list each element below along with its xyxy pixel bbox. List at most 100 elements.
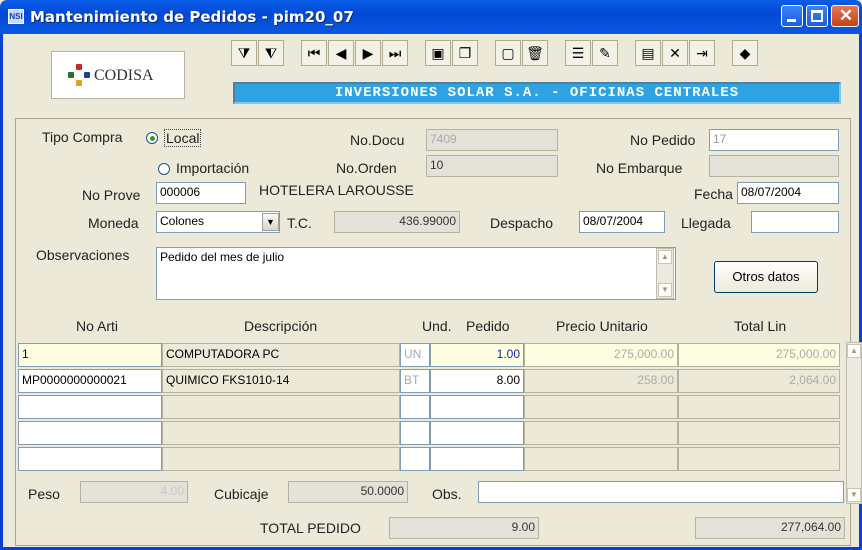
cell-no-arti[interactable]: 1 [18,343,162,367]
minimize-icon [787,19,796,22]
cell-und [400,447,430,471]
observaciones-textarea[interactable]: Pedido del mes de julio [156,247,676,300]
cell-descripcion [162,421,400,445]
codisa-logo: CODISA [51,51,185,99]
cell-total-lin [678,421,840,445]
first-record-icon[interactable]: ⏮ [301,40,327,66]
cell-pedido[interactable] [430,395,524,419]
cubicaje-field: 50.0000 [288,481,408,503]
scroll-down-icon[interactable]: ▼ [658,283,672,297]
importacion-label[interactable]: Importación [176,160,249,176]
tools-icon[interactable]: ✕ [662,40,688,66]
help-book-icon[interactable]: ◆ [732,40,758,66]
no-embarque-label: No Embarque [596,160,683,176]
logo-text: CODISA [94,67,154,84]
proveedor-nombre: HOTELERA LAROUSSE [259,182,414,198]
cell-precio-unitario: 258.00 [524,369,678,393]
cell-und: BT [400,369,430,393]
total-pedido-label: TOTAL PEDIDO [260,520,361,536]
maximize-button[interactable] [806,5,828,27]
cell-total-lin: 2,064.00 [678,369,840,393]
order-panel: Tipo Compra Local No.Docu 7409 No Pedido… [15,118,862,546]
no-pedido-field[interactable]: 17 [709,129,839,151]
minimize-button[interactable] [781,5,803,27]
cell-pedido[interactable]: 1.00 [430,343,524,367]
chevron-down-icon[interactable]: ▼ [262,213,279,231]
grid-scrollbar[interactable]: ▲ ▼ [846,342,862,504]
new-document-icon[interactable]: ▢ [495,40,521,66]
cell-descripcion: QUIMICO FKS1010-14 [162,369,400,393]
main-form: Tipo Compra Local No.Docu 7409 No Pedido… [0,114,862,550]
col-header-pedido: Pedido [466,318,510,334]
cell-total-lin [678,447,840,471]
scroll-up-icon[interactable]: ▲ [658,250,672,264]
col-header-no-arti: No Arti [76,318,119,334]
scroll-up-icon[interactable]: ▲ [847,344,861,358]
fecha-field[interactable]: 08/07/2004 [737,182,839,204]
cell-pedido[interactable] [430,447,524,471]
tc-field: 436.99000 [334,211,460,233]
prev-record-icon[interactable]: ◀ [328,40,354,66]
radio-local[interactable] [146,132,158,144]
copy-icon[interactable]: ❐ [452,40,478,66]
peso-label: Peso [28,486,60,502]
cell-pedido[interactable]: 8.00 [430,369,524,393]
no-prove-field[interactable]: 000006 [156,182,246,204]
llegada-label: Llegada [681,215,731,231]
otros-datos-button[interactable]: Otros datos [714,261,818,293]
save-icon[interactable]: ▣ [425,40,451,66]
obs-label: Obs. [432,486,462,502]
cell-und [400,421,430,445]
delete-icon[interactable]: 🗑 [522,40,548,66]
no-orden-field: 10 [426,155,558,177]
filter-clear-icon[interactable]: ⧨ [258,40,284,66]
report-icon[interactable]: ▤ [635,40,661,66]
company-banner: INVERSIONES SOLAR S.A. - OFICINAS CENTRA… [233,82,841,104]
cell-no-arti[interactable] [18,395,162,419]
moneda-label: Moneda [88,215,139,231]
no-embarque-field [709,155,839,177]
title-bar: NSI Mantenimiento de Pedidos - pim20_07 … [0,0,862,34]
cell-und [400,395,430,419]
col-header-total-lin: Total Lin [734,318,787,334]
despacho-field[interactable]: 08/07/2004 [579,211,665,233]
observaciones-scrollbar[interactable]: ▲ ▼ [656,248,674,299]
local-label[interactable]: Local [164,129,202,147]
llegada-field[interactable] [751,211,839,233]
no-docu-label: No.Docu [350,132,405,148]
cell-precio-unitario [524,421,678,445]
cell-precio-unitario [524,447,678,471]
moneda-value: Colones [160,214,205,228]
header-area: CODISA ⧩ ⧨ ⏮ ◀ ▶ ⏭ ▣ ❐ ▢ 🗑 ☰ ✎ ▤ ✕ ⇥ ◆ I… [0,34,862,114]
next-record-icon[interactable]: ▶ [355,40,381,66]
close-button[interactable]: ✕ [831,5,859,27]
despacho-label: Despacho [490,215,554,231]
fecha-label: Fecha [694,186,733,202]
edit-icon[interactable]: ✎ [592,40,618,66]
maximize-icon [811,10,823,22]
cell-descripcion [162,395,400,419]
no-pedido-label: No Pedido [630,132,696,148]
insert-line-icon[interactable]: ☰ [565,40,591,66]
cell-total-lin: 275,000.00 [678,343,840,367]
total-pedido-amount: 277,064.00 [695,517,845,539]
peso-field: 4.00 [80,481,188,503]
filter-query-icon[interactable]: ⧩ [231,40,257,66]
app-icon: NSI [8,9,24,24]
radio-importacion[interactable] [158,163,170,175]
cell-total-lin [678,395,840,419]
obs-field[interactable] [478,481,844,503]
cell-no-arti[interactable] [18,421,162,445]
cell-pedido[interactable] [430,421,524,445]
no-orden-label: No.Orden [336,160,397,176]
col-header-descripcion: Descripción [244,318,318,334]
exit-icon[interactable]: ⇥ [689,40,715,66]
observaciones-label: Observaciones [36,247,130,263]
logo-mark-icon [68,64,90,86]
scroll-down-icon[interactable]: ▼ [847,488,861,502]
cell-no-arti[interactable]: MP0000000000021 [18,369,162,393]
cell-descripcion: COMPUTADORA PC [162,343,400,367]
cell-no-arti[interactable] [18,447,162,471]
last-record-icon[interactable]: ⏭ [382,40,408,66]
cell-descripcion [162,447,400,471]
